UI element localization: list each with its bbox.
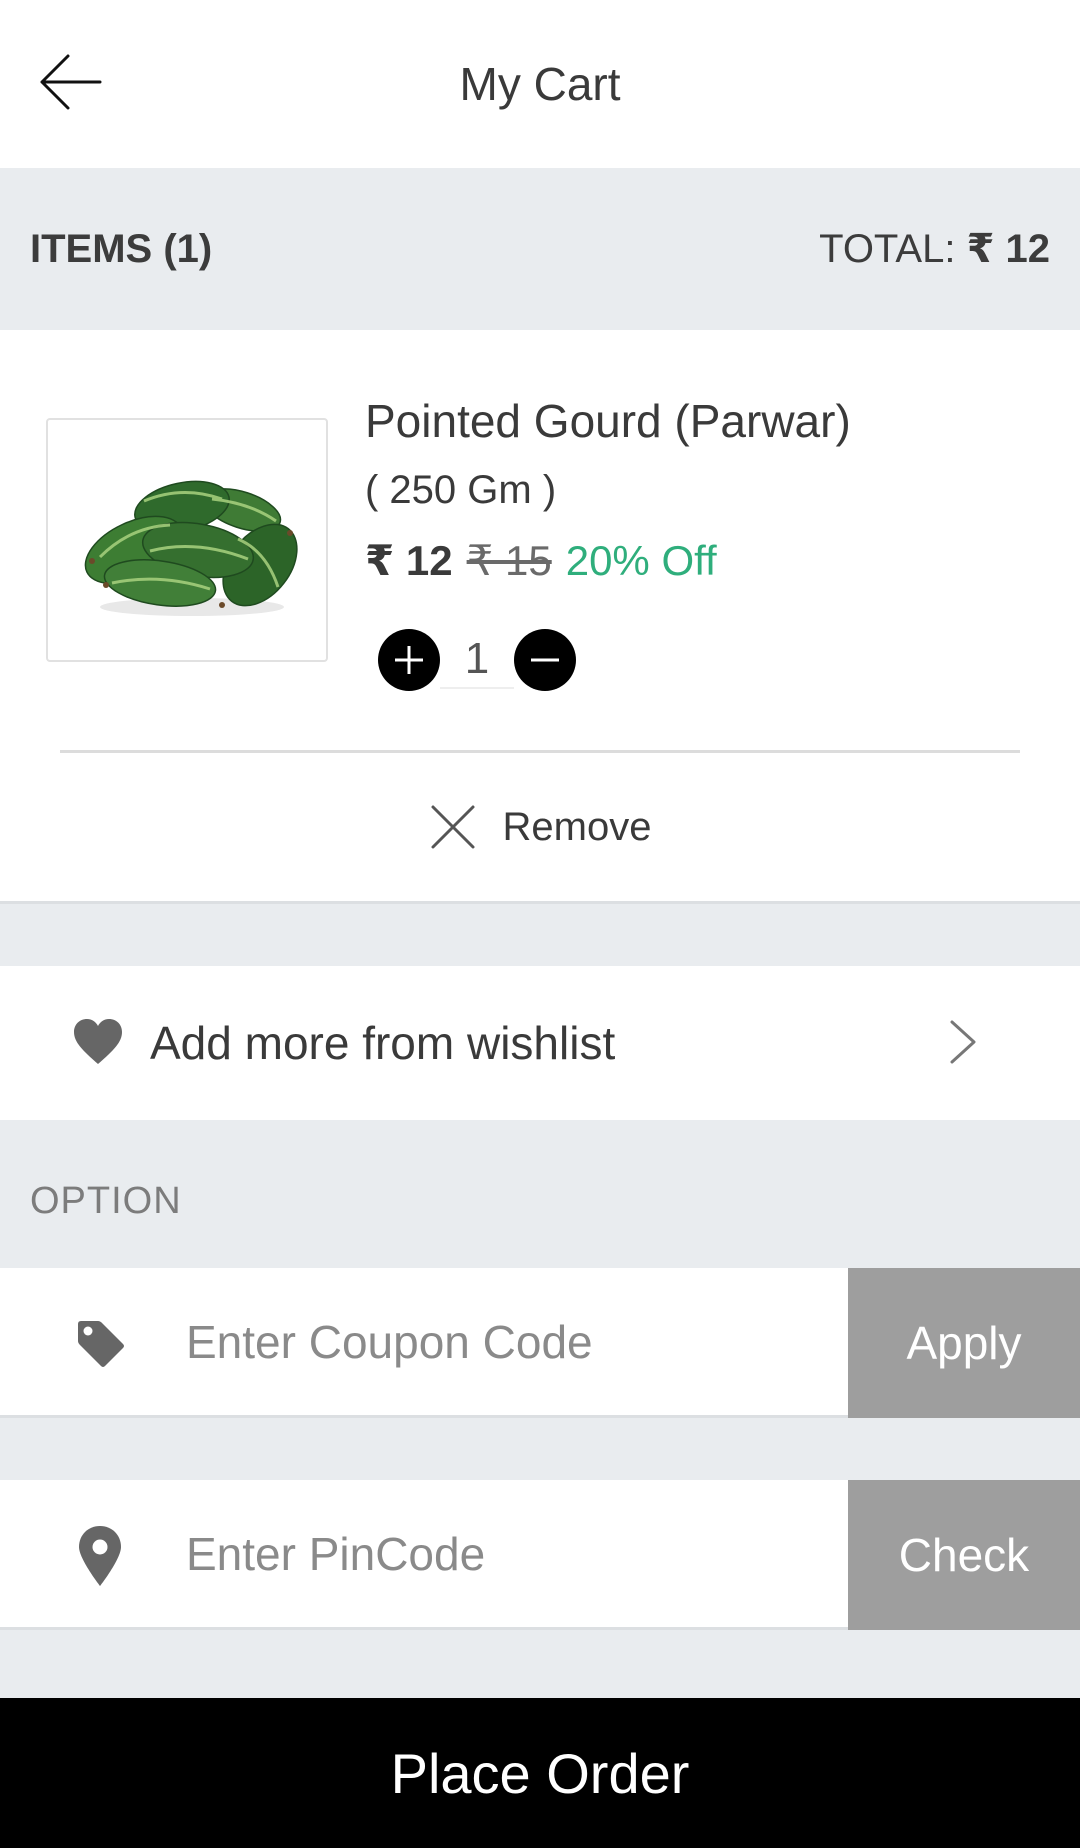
divider	[60, 750, 1020, 753]
pincode-input[interactable]	[186, 1480, 836, 1628]
wishlist-label: Add more from wishlist	[150, 1017, 616, 1069]
location-pin-icon	[72, 1526, 128, 1586]
pointed-gourd-image	[84, 480, 298, 616]
current-price: ₹ 12	[365, 537, 453, 584]
cart-summary: ITEMS (1) TOTAL: ₹ 12	[0, 168, 1080, 330]
chevron-right-icon	[950, 1020, 976, 1064]
original-price: ₹ 15	[466, 537, 552, 584]
items-count: ITEMS (1)	[30, 227, 213, 271]
coupon-row: Apply	[0, 1268, 1080, 1418]
plus-circle-icon	[395, 646, 423, 674]
coupon-code-input[interactable]	[186, 1268, 836, 1416]
pincode-row: Check	[0, 1480, 1080, 1630]
increment-button[interactable]	[378, 629, 440, 691]
remove-button[interactable]: Remove	[0, 754, 1080, 900]
apply-coupon-button[interactable]: Apply	[848, 1268, 1080, 1418]
product-unit: ( 250 Gm )	[365, 468, 557, 512]
option-section-header: OPTION	[30, 1180, 182, 1222]
discount-label: 20% Off	[565, 537, 717, 584]
close-icon	[431, 805, 475, 849]
product-image[interactable]	[46, 418, 328, 662]
total-prefix: TOTAL:	[819, 227, 956, 271]
wishlist-row[interactable]: Add more from wishlist	[0, 966, 1080, 1120]
product-name[interactable]: Pointed Gourd (Parwar)	[365, 394, 851, 448]
check-pincode-button[interactable]: Check	[848, 1480, 1080, 1630]
place-order-button[interactable]: Place Order	[0, 1698, 1080, 1848]
quantity-value[interactable]: 1	[440, 631, 514, 689]
cart-item-card: Pointed Gourd (Parwar) ( 250 Gm ) ₹ 12 ₹…	[0, 330, 1080, 904]
top-app-bar: My Cart	[0, 0, 1080, 168]
remove-label: Remove	[502, 804, 652, 849]
minus-circle-icon	[531, 658, 559, 662]
decrement-button[interactable]	[514, 629, 576, 691]
heart-icon	[74, 1019, 122, 1064]
page-title: My Cart	[459, 58, 621, 110]
tag-icon	[72, 1314, 128, 1374]
price-row: ₹ 12 ₹ 15 20% Off	[365, 536, 717, 585]
arrow-left-icon	[40, 54, 102, 110]
quantity-stepper: 1	[378, 628, 576, 692]
total-value: ₹ 12	[966, 227, 1050, 271]
cart-total: TOTAL: ₹ 12	[819, 168, 1050, 330]
back-button[interactable]	[32, 44, 108, 120]
